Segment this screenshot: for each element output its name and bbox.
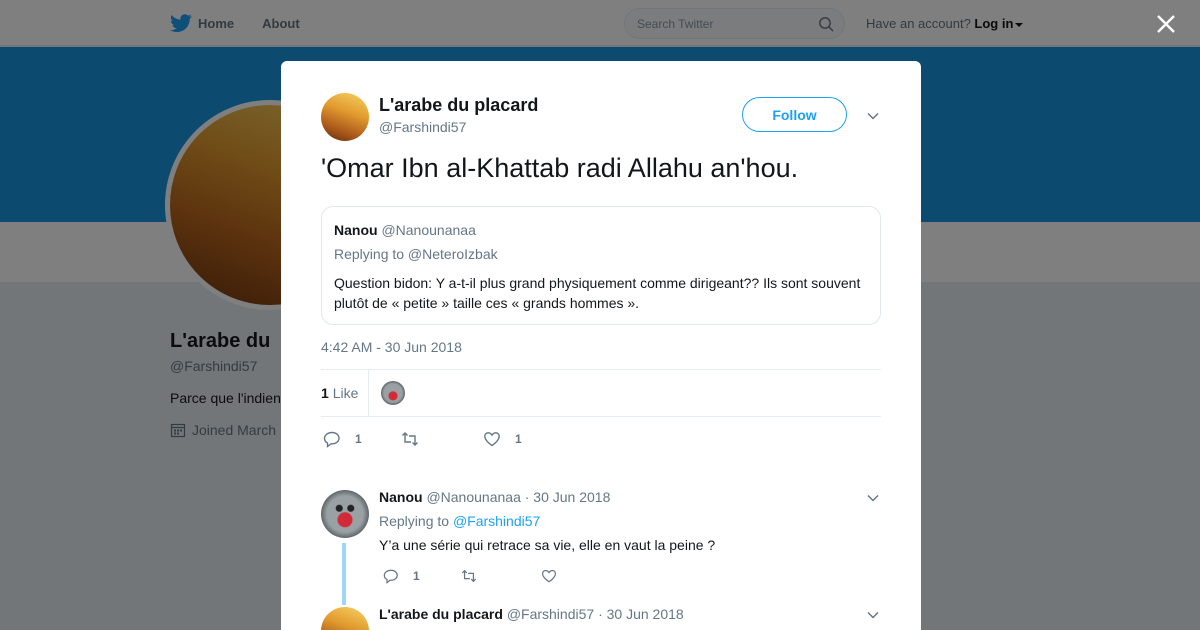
- reply-date[interactable]: · 30 Jun 2018: [525, 489, 611, 505]
- quoted-author-handle: @Nanounanaa: [381, 222, 476, 238]
- retweet-icon: [461, 569, 477, 583]
- heart-icon: [484, 432, 500, 447]
- reply-header: Nanou @Nanounanaa · 30 Jun 2018: [379, 489, 610, 505]
- retweet-button[interactable]: [401, 430, 433, 448]
- tweet-timestamp[interactable]: 4:42 AM - 30 Jun 2018: [321, 339, 462, 355]
- tweet-text: 'Omar Ibn al-Khattab radi Allahu an'hou.: [321, 153, 799, 183]
- reply-replying-to: Replying to @Farshindi57: [379, 513, 540, 529]
- tweet-modal: L'arabe du placard @Farshindi57 Follow '…: [281, 61, 921, 630]
- reply-header: L'arabe du placard @Farshindi57 · 30 Jun…: [379, 606, 684, 622]
- author-name[interactable]: L'arabe du placard: [379, 95, 538, 116]
- chevron-down-icon[interactable]: [866, 608, 880, 622]
- retweet-button[interactable]: [461, 568, 491, 584]
- liker-avatar[interactable]: [381, 381, 405, 405]
- chevron-down-icon[interactable]: [866, 109, 880, 123]
- quoted-tweet[interactable]: Nanou @Nanounanaa Replying to @NeteroIzb…: [321, 206, 881, 325]
- reply-count: 1: [355, 432, 362, 446]
- reply-author-handle[interactable]: @Farshindi57: [507, 606, 594, 622]
- replying-to-prefix: Replying to: [379, 513, 450, 529]
- reply-avatar[interactable]: [321, 607, 369, 630]
- author-avatar[interactable]: [321, 93, 369, 141]
- likes-label: Like: [332, 385, 359, 401]
- quoted-author: Nanou @Nanounanaa: [334, 222, 476, 238]
- like-count: 1: [515, 432, 522, 446]
- reply-author-handle[interactable]: @Nanounanaa: [426, 489, 520, 505]
- retweet-icon: [402, 432, 418, 446]
- reply-icon: [383, 569, 398, 584]
- reply-button[interactable]: 1: [323, 430, 362, 448]
- author-handle[interactable]: @Farshindi57: [379, 119, 466, 135]
- reply-icon: [323, 431, 340, 448]
- quoted-replying-to: Replying to @NeteroIzbak: [334, 246, 498, 262]
- likes-number: 1: [321, 385, 329, 401]
- chevron-down-icon[interactable]: [866, 491, 880, 505]
- close-icon[interactable]: [1155, 13, 1177, 35]
- stats-divider: [368, 370, 369, 416]
- quoted-tweet-text: Question bidon: Y a-t-il plus grand phys…: [334, 275, 861, 311]
- reply-author-name[interactable]: Nanou: [379, 489, 423, 505]
- quoted-author-name: Nanou: [334, 222, 378, 238]
- reply-avatar[interactable]: [321, 490, 369, 538]
- like-button[interactable]: 1: [483, 430, 522, 448]
- tweet-stats: 1 Like: [321, 369, 881, 417]
- like-button[interactable]: [541, 568, 571, 584]
- reply-count: 1: [413, 569, 420, 583]
- reply-author-name[interactable]: L'arabe du placard: [379, 606, 503, 622]
- reply-date[interactable]: · 30 Jun 2018: [598, 606, 684, 622]
- reply-button[interactable]: 1: [383, 568, 420, 584]
- heart-icon: [541, 569, 557, 583]
- likes-stat[interactable]: 1 Like: [321, 385, 358, 401]
- thread-line: [342, 543, 346, 605]
- follow-button[interactable]: Follow: [742, 97, 847, 132]
- replying-to-handle[interactable]: @Farshindi57: [453, 513, 540, 529]
- reply-text: Y’a une série qui retrace sa vie, elle e…: [379, 537, 716, 553]
